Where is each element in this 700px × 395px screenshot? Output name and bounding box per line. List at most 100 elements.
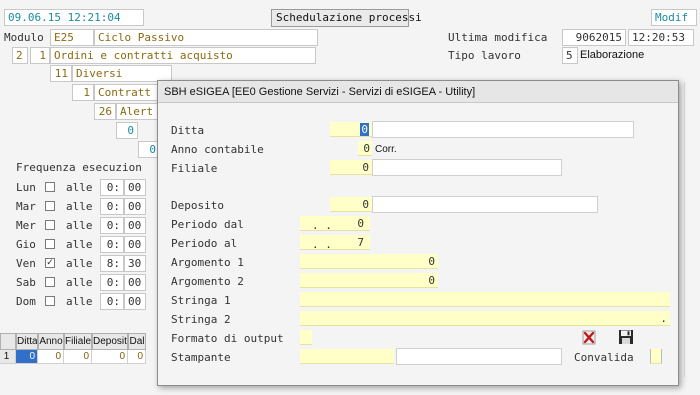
stringa2-label: Stringa 2 xyxy=(171,313,231,326)
alle-label: alle xyxy=(66,181,93,194)
alle-label: alle xyxy=(66,200,93,213)
day-label: Mer xyxy=(16,219,36,232)
filiale-label: Filiale xyxy=(171,162,218,175)
stringa1-label: Stringa 1 xyxy=(171,294,231,307)
day-checkbox[interactable]: ✓ xyxy=(45,258,55,268)
mode-indicator: Modif xyxy=(651,9,697,26)
day-label: Ven xyxy=(16,257,36,270)
anno-contabile-field[interactable]: 0 xyxy=(358,141,372,156)
day-label: Dom xyxy=(16,295,36,308)
grid-row-number: 1 xyxy=(0,350,16,364)
tree-level1-name: Ordini e contratti acquisto xyxy=(50,47,316,64)
deposito-description xyxy=(372,196,598,213)
save-button[interactable] xyxy=(618,329,634,345)
day-checkbox[interactable] xyxy=(45,239,55,249)
stringa2-field[interactable]: . xyxy=(300,311,670,326)
day-label: Mar xyxy=(16,200,36,213)
stampante-description xyxy=(396,348,562,365)
convalida-field[interactable] xyxy=(650,349,662,364)
dialog-title: SBH eSIGEA [EE0 Gestione Servizi - Servi… xyxy=(158,81,678,103)
tree-level3-num[interactable]: 1 xyxy=(72,84,94,101)
argomento2-label: Argomento 2 xyxy=(171,275,244,288)
stringa1-field[interactable] xyxy=(300,292,670,307)
minute-field[interactable]: 00 xyxy=(124,179,146,196)
alle-label: alle xyxy=(66,295,93,308)
alle-label: alle xyxy=(66,238,93,251)
periodo-dal-field[interactable]: . . 0 xyxy=(300,216,370,231)
modulo-label: Modulo xyxy=(4,31,44,44)
stampante-label: Stampante xyxy=(171,351,231,364)
filiale-description xyxy=(372,159,562,176)
day-checkbox[interactable] xyxy=(45,182,55,192)
periodo-al-field[interactable]: . . 7 xyxy=(300,235,370,250)
minute-field[interactable]: 00 xyxy=(124,198,146,215)
modulo-name-field: Ciclo Passivo xyxy=(94,29,318,46)
ditta-field[interactable]: 0 xyxy=(330,122,372,137)
tipo-lavoro-name: Elaborazione xyxy=(580,49,645,61)
hour-field[interactable]: 0: xyxy=(100,198,124,215)
grid-cell[interactable]: 0 xyxy=(38,350,64,364)
grid-header-ditta[interactable]: Ditta xyxy=(16,333,38,350)
day-checkbox[interactable] xyxy=(45,277,55,287)
stampante-field[interactable] xyxy=(300,349,394,364)
grid-cell[interactable]: 0 xyxy=(16,350,38,364)
formato-output-field[interactable] xyxy=(300,330,312,345)
anno-contabile-suffix: Corr. xyxy=(375,144,397,155)
grid-header-deposito[interactable]: Deposito xyxy=(92,333,128,350)
tree-level3-name: Contratt xyxy=(94,84,164,101)
day-checkbox[interactable] xyxy=(45,296,55,306)
vertical-scrollbar[interactable] xyxy=(684,82,694,377)
tipo-lavoro-label: Tipo lavoro xyxy=(448,49,521,62)
grid-cell[interactable]: 0 xyxy=(92,350,128,364)
tree-level2-num[interactable]: 11 xyxy=(50,65,72,82)
hour-field[interactable]: 8: xyxy=(100,255,124,272)
minute-field[interactable]: 00 xyxy=(124,293,146,310)
argomento2-field[interactable]: 0 xyxy=(300,273,438,288)
minute-field[interactable]: 30 xyxy=(124,255,146,272)
deposito-field[interactable]: 0 xyxy=(330,197,372,212)
grid-header-dal[interactable]: Dal xyxy=(128,333,146,350)
hour-field[interactable]: 0: xyxy=(100,236,124,253)
periodo-dal-value: 0 xyxy=(357,217,364,230)
tree-level1-a[interactable]: 2 xyxy=(12,47,28,64)
tree-level1-b[interactable]: 1 xyxy=(30,47,50,64)
datetime-field: 09.06.15 12:21:04 xyxy=(4,9,144,26)
alle-label: alle xyxy=(66,257,93,270)
modulo-code-field[interactable]: E25 xyxy=(50,29,94,46)
cancel-button[interactable] xyxy=(582,330,596,345)
tipo-lavoro-code[interactable]: 5 xyxy=(562,47,578,64)
minute-field[interactable]: 00 xyxy=(124,236,146,253)
day-label: Lun xyxy=(16,181,36,194)
argomento1-label: Argomento 1 xyxy=(171,256,244,269)
hour-field[interactable]: 0: xyxy=(100,293,124,310)
cancel-icon xyxy=(582,330,596,345)
filiale-field[interactable]: 0 xyxy=(330,160,372,175)
ultima-modifica-date: 9062015 xyxy=(562,29,626,46)
alle-label: alle xyxy=(66,219,93,232)
ditta-label: Ditta xyxy=(171,124,205,137)
hour-field[interactable]: 0: xyxy=(100,274,124,291)
periodo-dal-label: Periodo dal xyxy=(171,218,244,231)
grid-header-anno[interactable]: Anno xyxy=(38,333,64,350)
ditta-value: 0 xyxy=(360,123,369,136)
minute-field[interactable]: 00 xyxy=(124,274,146,291)
grid-cell[interactable]: 0 xyxy=(128,350,146,364)
tree-value-a[interactable]: 0 xyxy=(116,122,138,139)
alle-label: alle xyxy=(66,276,93,289)
hour-field[interactable]: 0: xyxy=(100,217,124,234)
convalida-label: Convalida xyxy=(574,351,634,364)
ultima-modifica-time: 12:20:53 xyxy=(628,29,694,46)
tree-level4-num[interactable]: 26 xyxy=(94,103,116,120)
day-checkbox[interactable] xyxy=(45,201,55,211)
day-checkbox[interactable] xyxy=(45,220,55,230)
periodo-al-dots: . . xyxy=(312,238,332,250)
ditta-description xyxy=(372,121,634,138)
hour-field[interactable]: 0: xyxy=(100,179,124,196)
grid-corner xyxy=(0,333,16,350)
window-title-button[interactable]: Schedulazione processi xyxy=(271,9,422,27)
argomento1-field[interactable]: 0 xyxy=(300,254,438,269)
grid-header-filiale[interactable]: Filiale xyxy=(64,333,92,350)
grid-cell[interactable]: 0 xyxy=(64,350,92,364)
day-label: Sab xyxy=(16,276,36,289)
minute-field[interactable]: 00 xyxy=(124,217,146,234)
